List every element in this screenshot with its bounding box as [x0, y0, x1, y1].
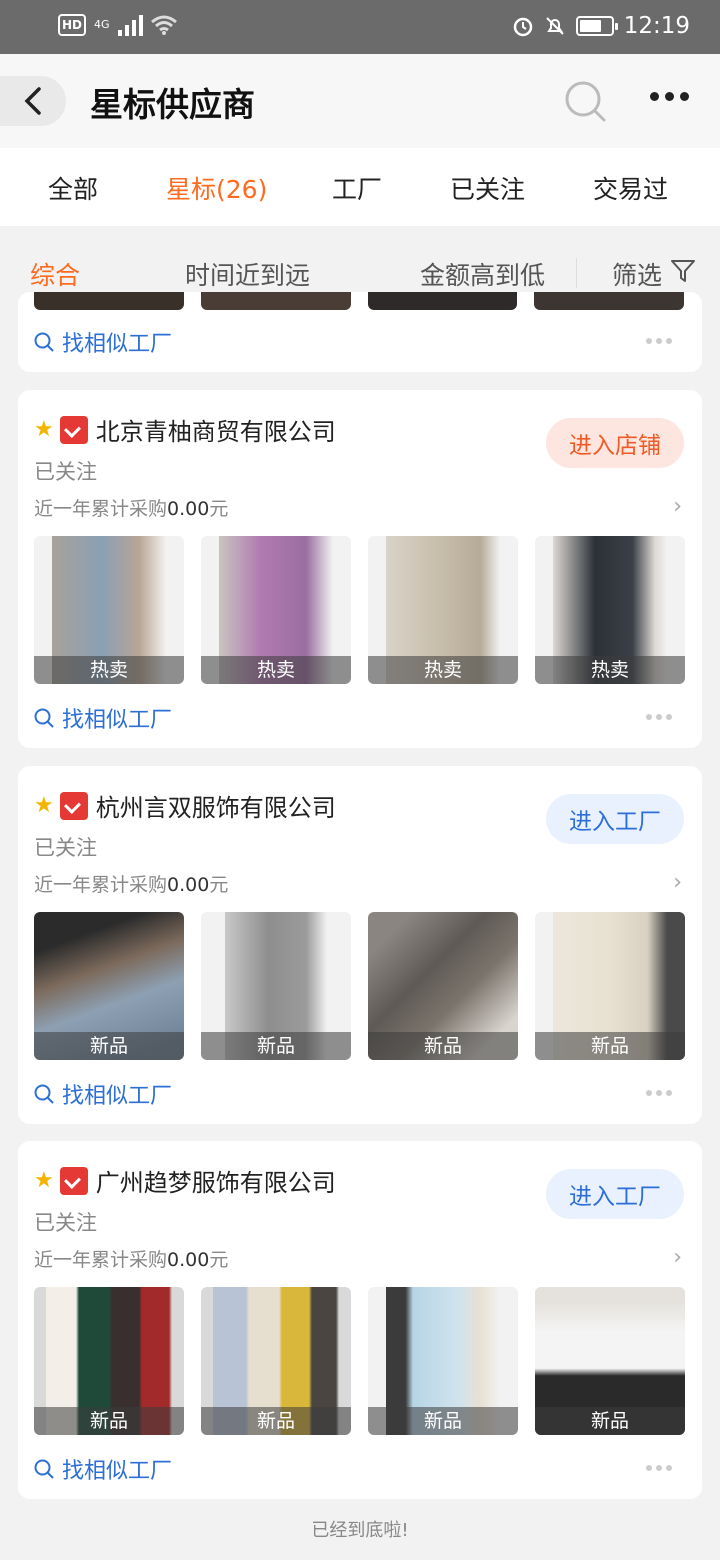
product-thumbnail[interactable]: 新品: [34, 912, 184, 1060]
page-title: 星标供应商: [90, 85, 255, 124]
product-thumbnail[interactable]: 新品: [368, 912, 518, 1060]
search-icon: [34, 1459, 54, 1479]
clock: 12:19: [623, 13, 690, 39]
product-thumbnail[interactable]: 新品: [368, 1287, 518, 1435]
supplier-name[interactable]: 杭州言双服饰有限公司: [96, 788, 336, 823]
find-similar-factory-link[interactable]: 找相似工厂: [34, 326, 172, 358]
funnel-icon[interactable]: [670, 258, 696, 284]
verified-badge-icon: [59, 1166, 88, 1195]
filter-button[interactable]: 筛选: [612, 256, 662, 292]
end-of-list-text: 已经到底啦!: [311, 1520, 409, 1541]
purchase-summary: 近一年累计采购0.00元: [34, 1249, 229, 1271]
product-thumbnail[interactable]: 新品: [201, 1287, 351, 1435]
find-similar-factory-link[interactable]: 找相似工厂: [34, 1078, 172, 1110]
wifi-icon: [150, 15, 177, 35]
signal-icon: [117, 14, 143, 36]
more-options-icon[interactable]: [650, 92, 689, 101]
more-dots-icon[interactable]: [646, 338, 672, 344]
divider: [576, 258, 577, 288]
product-thumbnail[interactable]: 热卖: [368, 536, 518, 684]
find-similar-label: 找相似工厂: [62, 332, 173, 357]
find-similar-label: 找相似工厂: [62, 1459, 173, 1484]
tab-all[interactable]: 全部: [48, 170, 98, 206]
product-thumbnails: 新品 新品 新品 新品: [34, 912, 685, 1060]
find-similar-factory-link[interactable]: 找相似工厂: [34, 1453, 172, 1485]
back-button[interactable]: [0, 76, 66, 126]
alarm-icon: [513, 17, 532, 37]
purchase-summary: 近一年累计采购0.00元: [34, 498, 229, 520]
status-bar: HD 4G 12:19: [0, 0, 720, 54]
supplier-card: ★ 北京青柚商贸有限公司 已关注 近一年累计采购0.00元 进入店铺 › 热卖 …: [18, 390, 702, 748]
thumbnail-strip: [34, 292, 684, 310]
product-thumbnail[interactable]: [34, 292, 184, 310]
enter-factory-button[interactable]: 进入工厂: [546, 1169, 684, 1219]
more-dots-icon[interactable]: [646, 1090, 672, 1096]
supplier-card: ★ 广州趋梦服饰有限公司 已关注 近一年累计采购0.00元 进入工厂 › 新品 …: [18, 1141, 702, 1499]
product-thumbnail[interactable]: 热卖: [535, 536, 685, 684]
product-thumbnail[interactable]: 新品: [535, 1287, 685, 1435]
product-thumbnail[interactable]: [534, 292, 684, 310]
chevron-right-icon[interactable]: ›: [673, 494, 682, 519]
supplier-name-row: ★ 北京青柚商贸有限公司: [34, 412, 336, 447]
tab-followed[interactable]: 已关注: [450, 170, 525, 206]
supplier-card-partial: 找相似工厂: [18, 292, 702, 372]
sort-comprehensive[interactable]: 综合: [30, 256, 80, 292]
star-icon[interactable]: ★: [34, 793, 54, 818]
chevron-right-icon[interactable]: ›: [673, 870, 682, 895]
sort-amount[interactable]: 金额高到低: [420, 256, 545, 292]
product-thumbnail[interactable]: 新品: [201, 912, 351, 1060]
search-icon: [34, 1084, 54, 1104]
purchase-summary: 近一年累计采购0.00元: [34, 874, 229, 896]
product-thumbnails: 新品 新品 新品 新品: [34, 1287, 685, 1435]
search-icon: [34, 708, 54, 728]
search-icon[interactable]: [564, 80, 606, 122]
tab-traded[interactable]: 交易过: [593, 170, 668, 206]
supplier-name-row: ★ 杭州言双服饰有限公司: [34, 788, 336, 823]
more-dots-icon[interactable]: [646, 1465, 672, 1471]
verified-badge-icon: [59, 791, 88, 820]
tab-starred[interactable]: 星标(26): [166, 170, 267, 206]
followed-status: 已关注: [34, 836, 97, 860]
product-thumbnail[interactable]: [367, 292, 518, 310]
hd-indicator: HD: [58, 14, 87, 36]
chevron-right-icon[interactable]: ›: [673, 1245, 682, 1270]
find-similar-label: 找相似工厂: [62, 708, 173, 733]
product-thumbnails: 热卖 热卖 热卖 热卖: [34, 536, 685, 684]
supplier-card: ★ 杭州言双服饰有限公司 已关注 近一年累计采购0.00元 进入工厂 › 新品 …: [18, 766, 702, 1124]
sort-time[interactable]: 时间近到远: [185, 256, 310, 292]
battery-icon: [575, 16, 618, 36]
supplier-name-row: ★ 广州趋梦服饰有限公司: [34, 1163, 336, 1198]
product-thumbnail[interactable]: 新品: [535, 912, 685, 1060]
followed-status: 已关注: [34, 1211, 97, 1235]
search-icon: [34, 332, 54, 352]
supplier-name[interactable]: 北京青柚商贸有限公司: [96, 412, 336, 447]
chevron-left-icon: [24, 87, 41, 115]
network-type: 4G: [94, 18, 110, 31]
product-thumbnail[interactable]: 热卖: [201, 536, 351, 684]
mute-icon: [545, 17, 564, 35]
verified-badge-icon: [59, 415, 88, 444]
product-thumbnail[interactable]: 热卖: [34, 536, 184, 684]
more-dots-icon[interactable]: [646, 714, 672, 720]
star-icon[interactable]: ★: [34, 417, 54, 442]
product-thumbnail[interactable]: 新品: [34, 1287, 184, 1435]
top-bar: 星标供应商: [0, 54, 720, 148]
followed-status: 已关注: [34, 460, 97, 484]
star-icon[interactable]: ★: [34, 1168, 54, 1193]
filter-tabs: 全部 星标(26) 工厂 已关注 交易过: [0, 148, 720, 226]
product-thumbnail[interactable]: [200, 292, 351, 310]
find-similar-label: 找相似工厂: [62, 1084, 173, 1109]
tab-factory[interactable]: 工厂: [332, 170, 382, 206]
enter-shop-button[interactable]: 进入店铺: [546, 418, 684, 468]
enter-factory-button[interactable]: 进入工厂: [546, 794, 684, 844]
supplier-name[interactable]: 广州趋梦服饰有限公司: [96, 1163, 336, 1198]
find-similar-factory-link[interactable]: 找相似工厂: [34, 702, 172, 734]
